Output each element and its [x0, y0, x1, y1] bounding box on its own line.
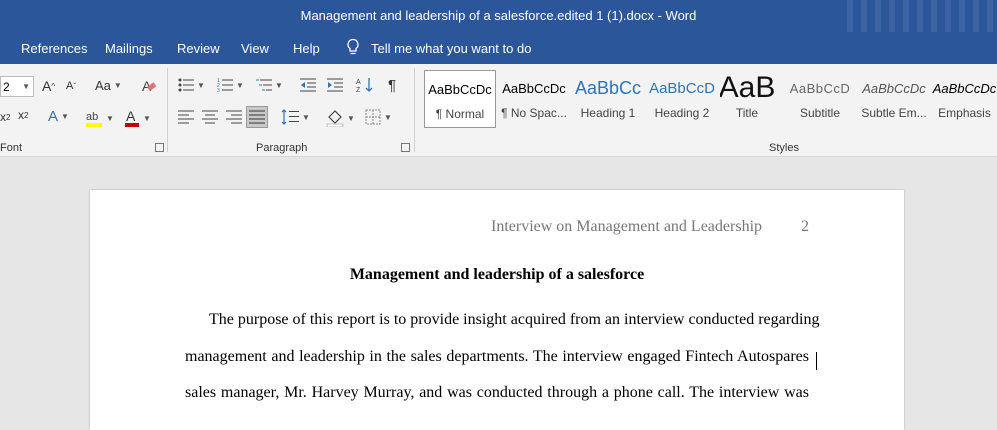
styles-group-label: Styles	[769, 142, 799, 154]
style-emphasis[interactable]: AaBbCcDc Emphasis	[932, 70, 997, 128]
style-subtle-emphasis[interactable]: AaBbCcDc Subtle Em...	[858, 70, 930, 128]
font-size-box[interactable]: 2 ▼	[0, 76, 34, 97]
style-sample: AaBbCcD	[789, 80, 851, 96]
svg-text:3: 3	[217, 88, 220, 92]
multilevel-list-icon[interactable]: ▼	[256, 78, 283, 92]
style-sample: AaBbCc	[574, 77, 642, 98]
paragraph-group-label: Paragraph	[256, 142, 308, 154]
justify-icon[interactable]	[246, 106, 268, 128]
paragraph-dialog-launcher[interactable]	[401, 143, 410, 152]
title-bar: Management and leadership of a salesforc…	[0, 0, 997, 32]
style-name: Heading 1	[580, 106, 636, 120]
text-effects-button[interactable]: A ▼	[48, 108, 69, 125]
styles-gallery: AaBbCcDc ¶ Normal AaBbCcDc ¶ No Spac... …	[424, 70, 997, 134]
borders-icon[interactable]: ▼	[365, 109, 392, 125]
page-number[interactable]: 2	[801, 218, 809, 236]
decrease-indent-icon[interactable]	[300, 78, 316, 92]
title-bar-decoration	[847, 0, 997, 32]
style-name: ¶ No Spac...	[501, 106, 567, 120]
style-sample: AaBbCcDc	[428, 81, 492, 97]
style-sample: AaBbCcDc	[932, 80, 997, 96]
ribbon: 2 ▼ A ^ Aˇ Aa ▼ A x2 x2 A ▼ ab ▼ A ▼ Font ▼ 1…	[0, 64, 997, 157]
tell-me-box[interactable]: Tell me what you want to do	[345, 38, 531, 59]
paragraph-line: sales manager, Mr. Harvey Murray, and wa…	[185, 384, 809, 401]
superscript-button[interactable]: x2	[18, 108, 28, 122]
style-subtitle[interactable]: AaBbCcD Subtitle	[784, 70, 856, 128]
paragraph-line: The purpose of this report is to provide…	[209, 311, 820, 328]
font-group-label: Font	[0, 142, 23, 154]
font-size-value: 2	[3, 80, 10, 94]
ribbon-tabs: References Mailings Review View Help Tel…	[0, 32, 997, 64]
show-formatting-marks-icon[interactable]: ¶	[388, 77, 396, 94]
style-name: Heading 2	[654, 106, 710, 120]
paragraph-line: management and leadership in the sales d…	[185, 347, 809, 365]
group-separator	[414, 68, 415, 152]
page-header-text[interactable]: Interview on Management and Leadership	[491, 218, 762, 236]
style-sample: AaBbCcD	[649, 79, 715, 97]
subscript-button[interactable]: x2	[0, 110, 10, 124]
style-sample: AaB	[720, 71, 774, 104]
tell-me-text: Tell me what you want to do	[371, 41, 532, 56]
svg-text:Z: Z	[356, 87, 361, 93]
svg-text:A: A	[126, 108, 136, 124]
numbering-icon[interactable]: 1 2 3 ▼	[217, 78, 244, 92]
style-name: Emphasis	[938, 106, 991, 120]
increase-indent-icon[interactable]	[327, 78, 343, 92]
line-spacing-icon[interactable]: ▼	[281, 109, 310, 125]
lightbulb-icon	[345, 38, 361, 59]
style-normal[interactable]: AaBbCcDc ¶ Normal	[424, 70, 496, 128]
tab-review[interactable]: Review	[177, 41, 220, 56]
tab-mailings[interactable]: Mailings	[105, 41, 153, 56]
svg-text:A: A	[356, 79, 361, 86]
tab-view[interactable]: View	[241, 41, 269, 56]
bullets-icon[interactable]: ▼	[178, 78, 205, 92]
style-heading-2[interactable]: AaBbCcD Heading 2	[646, 70, 718, 128]
style-name: Title	[735, 106, 759, 120]
shading-icon[interactable]: ▼	[326, 109, 355, 127]
font-dialog-launcher[interactable]	[155, 143, 164, 152]
change-case-button[interactable]: Aa ▼	[95, 78, 122, 93]
sort-icon[interactable]: AZ	[356, 77, 374, 93]
document-title[interactable]: Management and leadership of a salesforc…	[90, 266, 904, 284]
style-no-spacing[interactable]: AaBbCcDc ¶ No Spac...	[498, 70, 570, 128]
style-heading-1[interactable]: AaBbCc Heading 1	[572, 70, 644, 128]
document-page[interactable]: Interview on Management and Leadership 2…	[90, 190, 904, 430]
highlight-button[interactable]: ab ▼	[85, 108, 114, 128]
style-name: ¶ Normal	[435, 107, 485, 121]
text-cursor	[816, 352, 817, 370]
svg-text:ab: ab	[86, 111, 98, 123]
clear-formatting-icon[interactable]: A	[140, 77, 158, 95]
tab-references[interactable]: References	[21, 41, 87, 56]
tab-help[interactable]: Help	[293, 41, 320, 56]
font-color-button[interactable]: A ▼	[124, 108, 151, 128]
style-sample: AaBbCcDc	[502, 80, 566, 96]
grow-font-button[interactable]: A ^	[42, 78, 55, 94]
style-name: Subtle Em...	[861, 106, 927, 120]
align-center-icon[interactable]	[202, 110, 218, 124]
align-right-icon[interactable]	[226, 110, 242, 124]
chevron-down-icon: ▼	[22, 82, 30, 91]
style-name: Subtitle	[799, 106, 841, 120]
group-separator	[167, 68, 168, 152]
body-paragraph[interactable]: The purpose of this report is to provide…	[185, 302, 820, 412]
style-sample: AaBbCcDc	[862, 80, 926, 96]
style-title[interactable]: AaB Title	[720, 70, 774, 128]
align-left-icon[interactable]	[178, 110, 194, 124]
shrink-font-button[interactable]: Aˇ	[66, 80, 76, 92]
